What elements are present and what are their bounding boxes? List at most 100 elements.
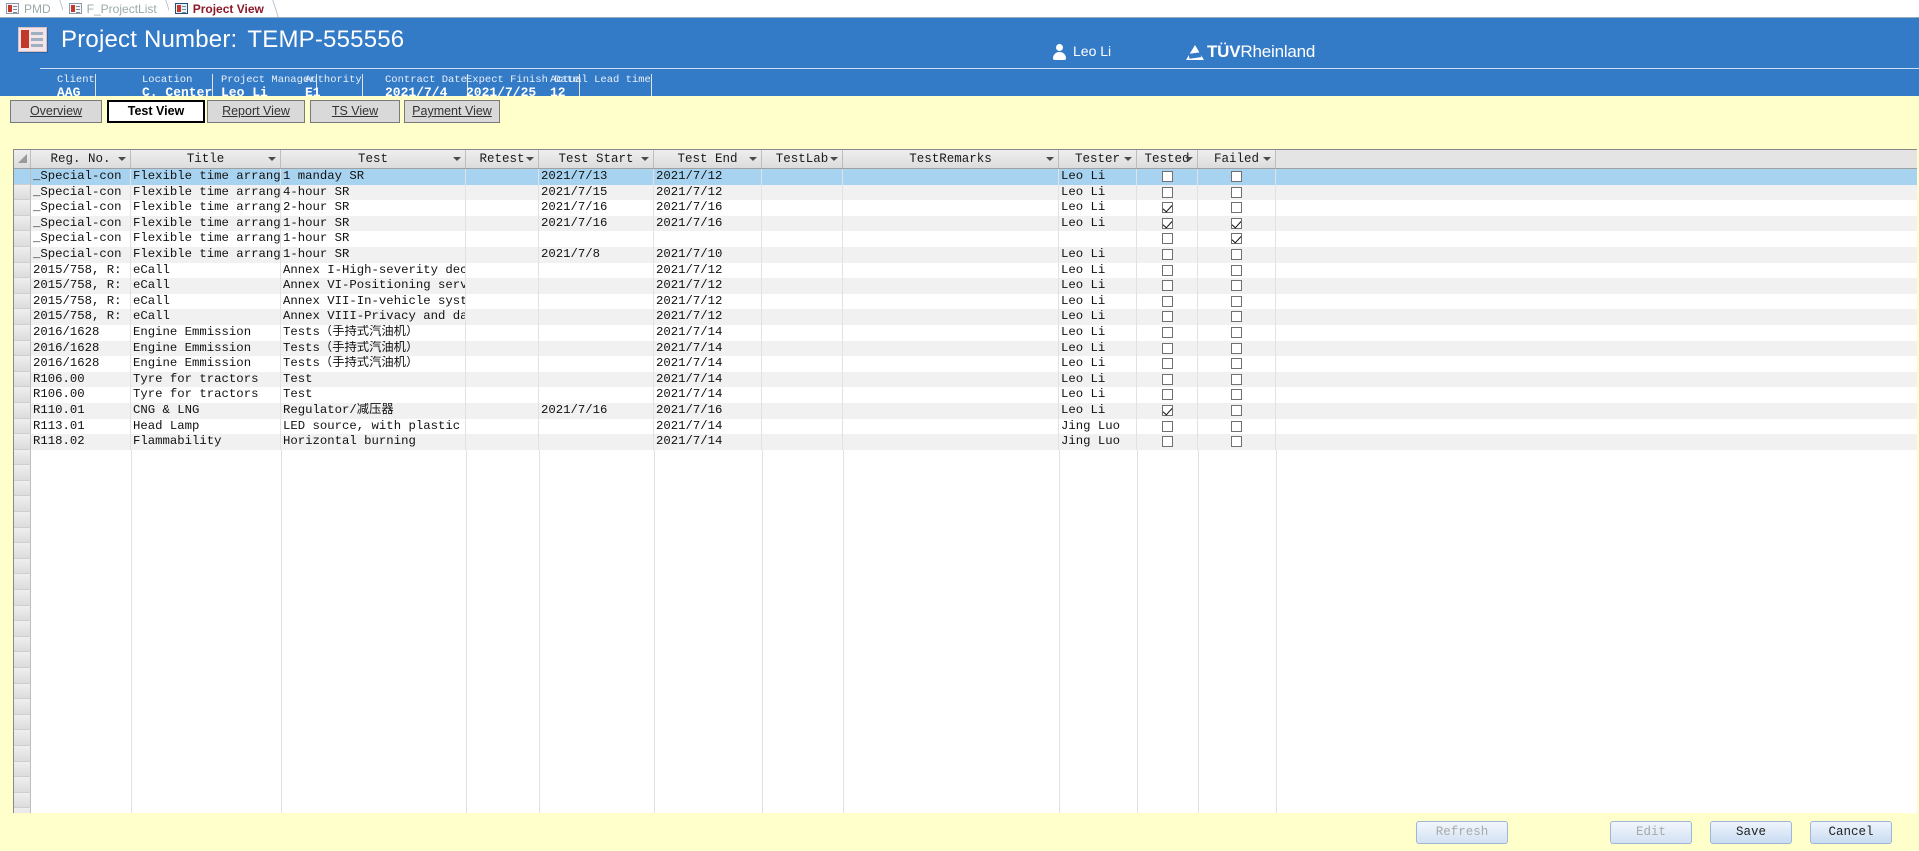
table-row[interactable]: 2016/1628 Engine Emmission Tests（手持式汽油机） 20… <box>14 356 1917 372</box>
tested-checkbox[interactable] <box>1162 202 1173 214</box>
cell-title[interactable]: Head Lamp <box>131 418 281 435</box>
table-row[interactable]: _Special-conFlexible time arrangeme4-hou… <box>14 184 1917 201</box>
failed-checkbox[interactable] <box>1231 420 1242 432</box>
cell-test-end[interactable]: 2021/7/12 <box>654 278 762 294</box>
cell-retest[interactable] <box>466 402 539 419</box>
cell-testlab[interactable] <box>762 200 843 216</box>
tested-checkbox[interactable] <box>1162 311 1173 323</box>
cell-test[interactable]: Annex VIII-Privacy and data <box>281 309 466 325</box>
cell-title[interactable]: Flexible time arrangeme <box>131 246 281 263</box>
cell-test-end[interactable]: 2021/7/14 <box>654 324 762 341</box>
cell-title[interactable]: Engine Emmission <box>131 324 281 341</box>
cell-test-end[interactable]: 2021/7/12 <box>654 262 762 279</box>
tab-report-view[interactable]: Report View <box>207 100 305 123</box>
cell-test[interactable]: Test <box>281 387 466 403</box>
cell-test-end[interactable]: 2021/7/12 <box>654 293 762 310</box>
cell-test-start[interactable] <box>539 371 654 388</box>
table-row[interactable]: 2016/1628 Engine Emmission Tests（手持式汽油机） 20… <box>14 324 1917 341</box>
cell-testlab[interactable] <box>762 246 843 263</box>
cell-title[interactable]: Flexible time arrangeme <box>131 169 281 185</box>
tab-ts-view[interactable]: TS View <box>310 100 400 123</box>
cell-reg-no[interactable]: _Special-con <box>31 215 131 232</box>
row-selector[interactable] <box>14 527 31 544</box>
tab-overview[interactable]: Overview <box>10 100 102 123</box>
table-row[interactable]: 2015/758, R: eCall Annex VII-In-vehicle sy… <box>14 293 1917 310</box>
cell-retest[interactable] <box>466 356 539 372</box>
cell-test-end[interactable]: 2021/7/14 <box>654 340 762 357</box>
tested-checkbox[interactable] <box>1162 248 1173 260</box>
cell-reg-no[interactable]: _Special-con <box>31 184 131 201</box>
cell-tester[interactable]: Jing Luo <box>1059 418 1137 435</box>
row-selector[interactable] <box>14 668 31 684</box>
cell-test-start[interactable]: 2021/7/16 <box>539 200 654 216</box>
cell-tester[interactable]: Leo Li <box>1059 278 1137 294</box>
row-selector[interactable] <box>14 480 31 497</box>
cell-testremarks[interactable] <box>843 293 1059 310</box>
table-row[interactable]: _Special-conFlexible time arrangeme1-hou… <box>14 246 1917 263</box>
cell-title[interactable]: Tyre for tractors <box>131 371 281 388</box>
filter-dropdown-icon[interactable] <box>1185 157 1193 161</box>
cell-test-start[interactable] <box>539 309 654 325</box>
filter-dropdown-icon[interactable] <box>749 157 757 161</box>
table-row[interactable]: _Special-conFlexible time arrangeme1 man… <box>14 169 1917 185</box>
save-button[interactable]: Save <box>1710 821 1792 844</box>
cell-title[interactable]: Flexible time arrangeme <box>131 184 281 201</box>
column-header-testremarks[interactable]: TestRemarks <box>843 150 1059 168</box>
tested-checkbox[interactable] <box>1162 358 1173 370</box>
cell-retest[interactable] <box>466 309 539 325</box>
cell-retest[interactable] <box>466 418 539 435</box>
cell-testremarks[interactable] <box>843 215 1059 232</box>
tested-checkbox[interactable] <box>1162 280 1173 292</box>
table-row[interactable]: R106.00 Tyre for tractors Test 2021/7/14 Leo… <box>14 387 1917 403</box>
cell-retest[interactable] <box>466 293 539 310</box>
tested-checkbox[interactable] <box>1162 420 1173 432</box>
cell-test-end[interactable]: 2021/7/14 <box>654 371 762 388</box>
cell-test-start[interactable] <box>539 387 654 403</box>
cell-tester[interactable]: Leo Li <box>1059 309 1137 325</box>
failed-checkbox[interactable] <box>1231 264 1242 276</box>
column-header-tested[interactable]: Tested <box>1137 150 1198 168</box>
current-user[interactable]: Leo Li <box>1053 43 1111 60</box>
document-tab-project-view[interactable]: Project View <box>168 0 279 17</box>
cell-test-start[interactable] <box>539 262 654 279</box>
column-header-title[interactable]: Title <box>131 150 281 168</box>
cell-reg-no[interactable]: R118.02 <box>31 434 131 450</box>
cell-testremarks[interactable] <box>843 262 1059 279</box>
table-row[interactable]: R106.00 Tyre for tractors Test 2021/7/14 Leo… <box>14 371 1917 388</box>
cell-title[interactable]: eCall <box>131 293 281 310</box>
cell-reg-no[interactable]: 2015/758, R: <box>31 278 131 294</box>
tested-checkbox[interactable] <box>1162 389 1173 401</box>
cell-tester[interactable]: Leo Li <box>1059 371 1137 388</box>
tested-checkbox[interactable] <box>1162 217 1173 229</box>
table-row[interactable]: _Special-conFlexible time arrangeme2-hou… <box>14 200 1917 216</box>
cell-testremarks[interactable] <box>843 371 1059 388</box>
table-row[interactable]: R118.02 Flammability Horizontal burning 202… <box>14 434 1917 450</box>
cell-test-end[interactable] <box>654 231 762 247</box>
cell-tester[interactable]: Leo Li <box>1059 215 1137 232</box>
cell-testremarks[interactable] <box>843 324 1059 341</box>
cell-test[interactable]: 4-hour SR <box>281 184 466 201</box>
filter-dropdown-icon[interactable] <box>453 157 461 161</box>
row-selector[interactable] <box>14 496 31 513</box>
row-selector[interactable] <box>14 714 31 731</box>
cell-test[interactable]: Regulator/减压器 <box>281 402 466 419</box>
cell-test[interactable]: 1-hour SR <box>281 246 466 263</box>
column-header-retest[interactable]: Retest <box>466 150 539 168</box>
row-selector[interactable] <box>14 169 31 185</box>
column-header-test-start[interactable]: Test Start <box>539 150 654 168</box>
row-selector[interactable] <box>14 605 31 622</box>
table-row[interactable]: 2016/1628 Engine Emmission Tests（手持式汽油机） 20… <box>14 340 1917 357</box>
cell-testremarks[interactable] <box>843 200 1059 216</box>
row-selector[interactable] <box>14 278 31 294</box>
row-selector[interactable] <box>14 371 31 388</box>
row-selector[interactable] <box>14 777 31 793</box>
cell-test-start[interactable] <box>539 324 654 341</box>
cell-testlab[interactable] <box>762 262 843 279</box>
failed-checkbox[interactable] <box>1231 404 1242 416</box>
document-tab-f-projectlist[interactable]: F_ProjectList <box>62 0 172 17</box>
row-selector[interactable] <box>14 761 31 778</box>
cell-test[interactable]: Annex I-High-severity declar <box>281 262 466 279</box>
tested-checkbox[interactable] <box>1162 342 1173 354</box>
cell-test[interactable]: 1-hour SR <box>281 215 466 232</box>
cell-reg-no[interactable]: R106.00 <box>31 387 131 403</box>
